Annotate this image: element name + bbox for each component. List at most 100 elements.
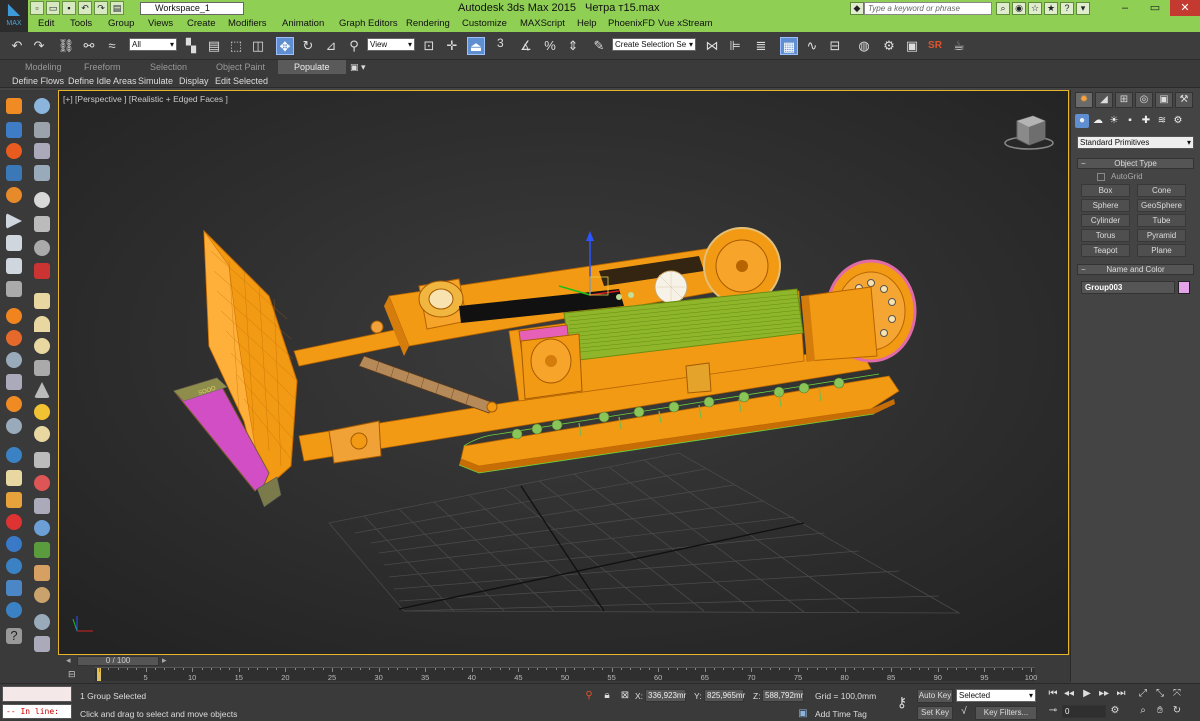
define-idle-areas-button[interactable]: Define Idle Areas [68, 76, 137, 86]
mini-curve-editor-icon[interactable]: ⊟ [68, 669, 76, 680]
space-warps-icon[interactable]: ≋ [1155, 114, 1169, 128]
window-crossing-icon[interactable]: ◫ [249, 37, 267, 55]
box-icon[interactable] [34, 293, 50, 309]
cylinder-button[interactable]: Cylinder [1081, 214, 1130, 227]
menu-maxscript[interactable]: MAXScript [520, 18, 565, 29]
primitive-type-dropdown[interactable]: Standard Primitives [1077, 136, 1194, 149]
display-tab-icon[interactable]: ▣ [1155, 92, 1173, 108]
menu-graph-editors[interactable]: Graph Editors [339, 18, 398, 29]
play-icon[interactable] [6, 213, 22, 229]
help-icon[interactable]: ? [6, 628, 22, 644]
render-setup-icon[interactable]: ⚙ [880, 37, 898, 55]
time-tag-icon[interactable]: ▣ [797, 708, 809, 720]
paint-icon[interactable] [6, 492, 22, 508]
x-coordinate-field[interactable]: 336,923mr [645, 689, 686, 702]
select-and-place-icon[interactable]: ⚲ [345, 37, 363, 55]
select-by-name-icon[interactable]: ▤ [205, 37, 223, 55]
workspace-dropdown[interactable]: Workspace_1 [140, 2, 244, 15]
gizmo-icon[interactable] [34, 240, 50, 256]
tube-button[interactable]: Tube [1137, 214, 1186, 227]
key-tangent-icon[interactable]: √ [958, 706, 970, 718]
add-time-tag-button[interactable]: Add Time Tag [815, 709, 867, 719]
menu-views[interactable]: Views [148, 18, 173, 29]
time-slider-next-icon[interactable]: ▸ [162, 655, 167, 666]
name-and-color-rollout[interactable]: Name and Color [1077, 264, 1194, 275]
material-ball-icon[interactable] [34, 587, 50, 603]
create-icon[interactable] [6, 98, 22, 114]
pause-icon[interactable] [6, 235, 22, 251]
image-icon[interactable] [34, 122, 50, 138]
blue-ball-icon[interactable] [6, 536, 22, 552]
key-icon[interactable]: ⚷ [896, 695, 908, 709]
earth-icon[interactable] [6, 602, 22, 618]
redo-icon[interactable]: ↷ [94, 1, 108, 15]
y-coordinate-field[interactable]: 825,965mr [704, 689, 745, 702]
water-icon[interactable] [6, 447, 22, 463]
align-icon[interactable]: ⊫ [726, 37, 744, 55]
key-mode-toggle-icon[interactable]: ⊸ [1046, 704, 1060, 718]
tab-object-paint[interactable]: Object Paint [216, 62, 265, 72]
previous-frame-icon[interactable]: ◂◂ [1062, 687, 1076, 701]
grid-icon[interactable] [6, 122, 22, 138]
minimize-button[interactable]: – [1110, 0, 1140, 16]
lock-selection-icon[interactable]: 🔒︎ [601, 690, 613, 702]
bucket-icon[interactable] [6, 470, 22, 486]
ring-icon[interactable] [34, 338, 50, 354]
track-bar[interactable]: 0 5 10 15 20 25 30 35 40 45 50 55 60 65 70 75 80 85 90 95 10… [95, 667, 1037, 682]
select-and-rotate-icon[interactable]: ↻ [299, 37, 317, 55]
lens-icon[interactable] [34, 614, 50, 630]
percent-snap-icon[interactable]: % [541, 37, 559, 55]
isolate-icon[interactable]: ⚲ [583, 690, 595, 702]
search-icon[interactable]: ⌕ [996, 2, 1010, 15]
time-slider-prev-icon[interactable]: ◂ [66, 655, 71, 666]
menu-modifiers[interactable]: Modifiers [228, 18, 267, 29]
utilities-tab-icon[interactable]: ⚒ [1175, 92, 1193, 108]
favorites-icon[interactable]: ★ [1044, 2, 1058, 15]
perspective-viewport[interactable]: SOOO [+] [Perspective] [Realistic + Edg… [58, 90, 1069, 655]
stack-icon[interactable] [6, 580, 22, 596]
ribbon-options-icon[interactable]: ▣ ▾ [350, 62, 366, 73]
communication-center-icon[interactable]: ☆ [1028, 2, 1042, 15]
object-type-rollout[interactable]: Object Type [1077, 158, 1194, 169]
motion-tab-icon[interactable]: ◎ [1135, 92, 1153, 108]
flame-icon[interactable] [6, 396, 22, 412]
menu-tools[interactable]: Tools [70, 18, 92, 29]
stop-icon[interactable] [6, 258, 22, 274]
keyboard-shortcut-override-icon[interactable]: ⏏ [467, 37, 485, 55]
subscription-icon[interactable]: ◉ [1012, 2, 1026, 15]
tool-icon[interactable] [34, 216, 50, 232]
capsule-icon[interactable] [34, 475, 50, 491]
plane-button[interactable]: Plane [1137, 244, 1186, 257]
select-manipulate-icon[interactable]: ✛ [443, 37, 461, 55]
named-selection-dropdown[interactable]: Create Selection Se [612, 38, 696, 51]
select-and-scale-icon[interactable]: ⊿ [322, 37, 340, 55]
menu-group[interactable]: Group [108, 18, 134, 29]
box-button[interactable]: Box [1081, 184, 1130, 197]
menu-edit[interactable]: Edit [38, 18, 54, 29]
rectangular-selection-icon[interactable]: ⬚ [227, 37, 245, 55]
layer-explorer-icon[interactable]: ≣ [752, 37, 770, 55]
orbit-icon[interactable]: ↻ [1170, 704, 1184, 718]
shapes-icon[interactable]: ☁ [1091, 114, 1105, 128]
save-icon[interactable]: ▪ [62, 1, 76, 15]
teapot-button[interactable]: Teapot [1081, 244, 1130, 257]
rendered-frame-window-icon[interactable]: ▣ [903, 37, 921, 55]
info-center-icon[interactable]: ◆ [850, 2, 864, 15]
geosphere-button[interactable]: GeoSphere [1137, 199, 1186, 212]
modify-tab-icon[interactable]: ◢ [1095, 92, 1113, 108]
mirror-icon[interactable]: ⋈ [703, 37, 721, 55]
torus-button[interactable]: Torus [1081, 229, 1130, 242]
maximize-viewport-icon[interactable]: ⤧ [1170, 687, 1184, 701]
sun-icon[interactable] [34, 404, 50, 420]
cube-icon[interactable] [34, 636, 50, 652]
key-filters-button[interactable]: Key Filters... [975, 706, 1037, 720]
menu-phoenixfd[interactable]: PhoenixFD [608, 18, 655, 29]
scene-canvas[interactable]: SOOO [59, 91, 1069, 655]
cone-button[interactable]: Cone [1137, 184, 1186, 197]
ring-knot-icon[interactable] [34, 426, 50, 442]
globe-icon[interactable] [6, 558, 22, 574]
hierarchy-tab-icon[interactable]: ⊞ [1115, 92, 1133, 108]
undo-icon[interactable]: ↶ [8, 37, 26, 55]
tab-freeform[interactable]: Freeform [84, 62, 121, 72]
maxscript-listener-mini[interactable] [2, 686, 72, 702]
